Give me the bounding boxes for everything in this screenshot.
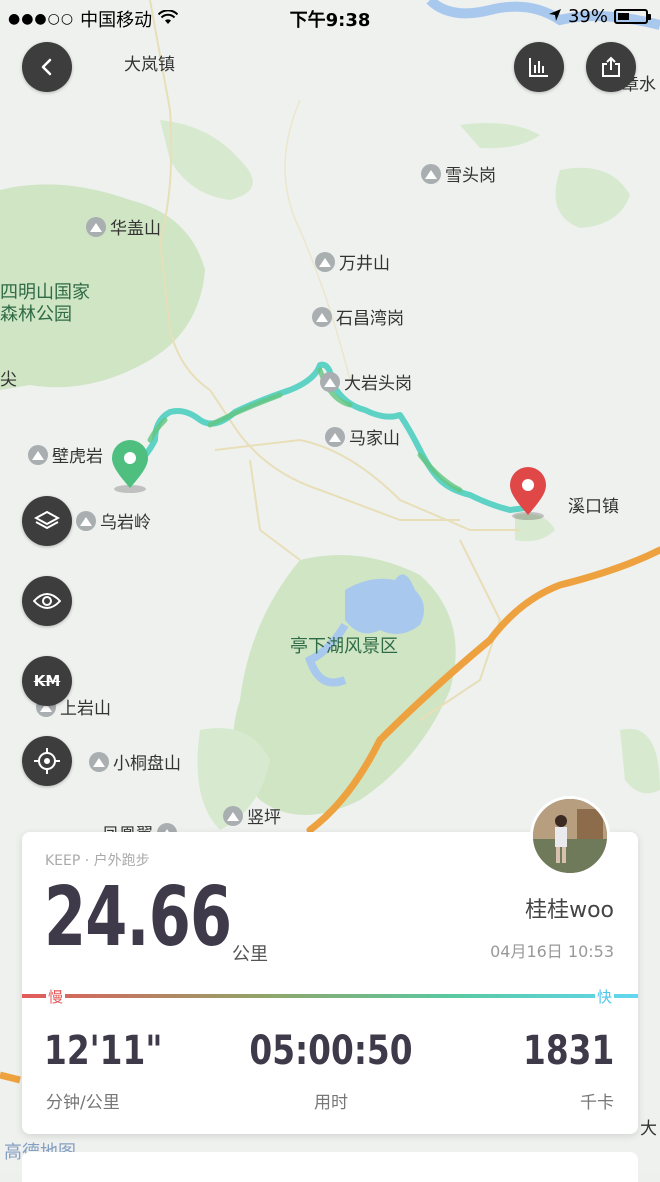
chevron-left-icon: [41, 58, 52, 76]
back-button[interactable]: [22, 42, 72, 92]
map-label-peak: 马家山: [325, 424, 400, 449]
mountain-icon: [76, 510, 96, 531]
map-label-edge: 尖: [0, 370, 17, 390]
calories-label: 千卡: [580, 1093, 614, 1113]
map-label-lake: 亭下湖风景区: [290, 636, 398, 657]
distance-value: 24.66: [44, 870, 232, 965]
activity-datetime: 04月16日 10:53: [490, 942, 614, 961]
map-label-town: 大岚镇: [124, 55, 175, 75]
mountain-icon: [223, 805, 243, 826]
map-label-peak: 万井山: [315, 249, 390, 274]
location-arrow-icon: [548, 6, 562, 27]
calories-value: 1831: [522, 1028, 614, 1074]
mountain-icon: [325, 426, 345, 447]
stats-button[interactable]: [514, 42, 564, 92]
duration-label: 用时: [314, 1093, 348, 1113]
mountain-icon: [89, 751, 109, 772]
map-label-peak: 乌岩岭: [76, 508, 151, 533]
layers-button[interactable]: [22, 496, 72, 546]
mountain-icon: [421, 163, 441, 184]
pace-gradient-bar: [22, 994, 638, 998]
share-icon: [602, 56, 620, 77]
map-label-edge-right: 大: [640, 1119, 657, 1139]
status-bar: ●●●○○ 中国移动 下午9:38 39%: [0, 0, 660, 34]
bar-chart-icon: [529, 58, 548, 77]
user-avatar[interactable]: [530, 796, 610, 876]
pace-label: 分钟/公里: [46, 1093, 120, 1113]
pace-slow-label: 慢: [46, 986, 66, 1007]
distance-unit: 公里: [232, 944, 268, 965]
km-marker-button[interactable]: KM: [22, 656, 72, 706]
avatar-photo: [533, 799, 607, 873]
battery-percent: 39%: [567, 6, 608, 27]
map-label-peak: 雪头岗: [421, 161, 496, 186]
mountain-icon: [28, 444, 48, 465]
map-label-peak: 小桐盘山: [89, 749, 181, 774]
map-label-peak: 竖坪: [223, 803, 281, 828]
mountain-icon: [312, 306, 332, 327]
activity-source: KEEP · 户外跑步: [45, 853, 150, 869]
crosshair-icon: [34, 748, 60, 774]
username: 桂桂woo: [525, 898, 614, 923]
map-label-peak: 大岩头岗: [320, 369, 412, 394]
map-label-peak: 壁虎岩: [28, 442, 103, 467]
share-button[interactable]: [586, 42, 636, 92]
pace-value: 12'11": [44, 1028, 163, 1074]
map-label-peak: 石昌湾岗: [312, 304, 404, 329]
visibility-button[interactable]: [22, 576, 72, 626]
next-card-peek: [22, 1152, 638, 1182]
pace-fast-label: 快: [594, 986, 614, 1007]
battery-icon: [614, 9, 651, 24]
km-label: KM: [33, 672, 61, 690]
mountain-icon: [320, 371, 340, 392]
mountain-icon: [315, 251, 335, 272]
map-label-peak: 华盖山: [86, 214, 161, 239]
layers-icon: [34, 510, 60, 530]
map-label-forest-park: 四明山国家 森林公园: [0, 282, 90, 325]
highway-sw: [0, 1071, 21, 1084]
run-summary-card: KEEP · 户外跑步 24.66 公里 桂桂woo 04月16日 10:53 …: [22, 832, 638, 1134]
locate-button[interactable]: [22, 736, 72, 786]
eye-icon: [33, 593, 61, 609]
duration-value: 05:00:50: [249, 1028, 413, 1074]
mountain-icon: [86, 216, 106, 237]
map-label-town: 溪口镇: [568, 497, 619, 517]
